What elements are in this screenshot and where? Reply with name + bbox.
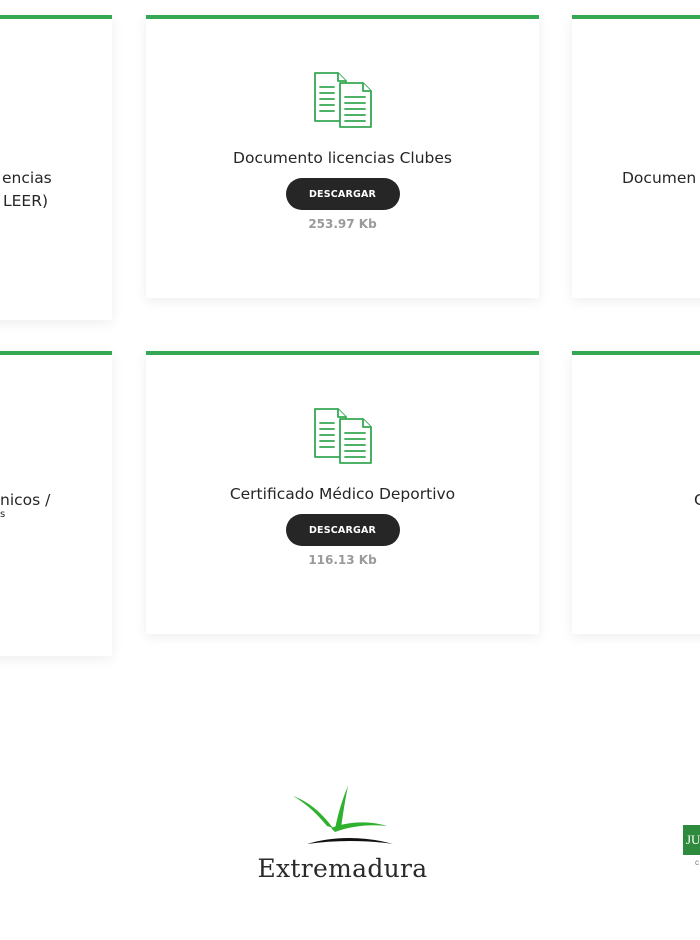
page-viewport: encias LEER) Documento licencias Clubes … [0,0,700,940]
extremadura-logo-text: Extremadura [257,854,428,883]
junta-logo[interactable]: JU c [683,825,700,875]
junta-logo-subtext: c [695,858,699,867]
junta-logo-text: JU [683,825,700,855]
documents-icon [313,408,372,464]
extremadura-logo[interactable]: Extremadura [255,782,430,892]
card-title-partial: Documen [622,169,697,187]
file-size: 253.97 Kb [308,217,377,231]
extremadura-bird-icon [293,786,393,844]
document-card-certificado-medico: Certificado Médico Deportivo DESCARGAR 1… [146,351,539,634]
document-card-partial-left-top: encias LEER) [0,15,112,320]
document-card-partial-right-top: Documen [572,15,700,298]
card-title-partial: nicos / [0,491,51,509]
card-title-partial-line2: s [0,509,6,520]
card-title-partial: C [694,489,700,511]
file-size: 116.13 Kb [308,553,377,567]
card-title: Documento licencias Clubes [233,149,452,167]
download-button[interactable]: DESCARGAR [285,514,400,546]
documents-icon [313,72,372,128]
document-card-partial-left-bottom: nicos / s [0,351,112,656]
card-title-partial-line2: LEER) [3,192,49,210]
download-button[interactable]: DESCARGAR [285,178,400,210]
card-title: Certificado Médico Deportivo [229,485,456,503]
document-card-partial-right-bottom: C [572,351,700,634]
document-card-licencias-clubes: Documento licencias Clubes DESCARGAR 253… [146,15,539,298]
card-title-partial: encias [2,169,52,187]
